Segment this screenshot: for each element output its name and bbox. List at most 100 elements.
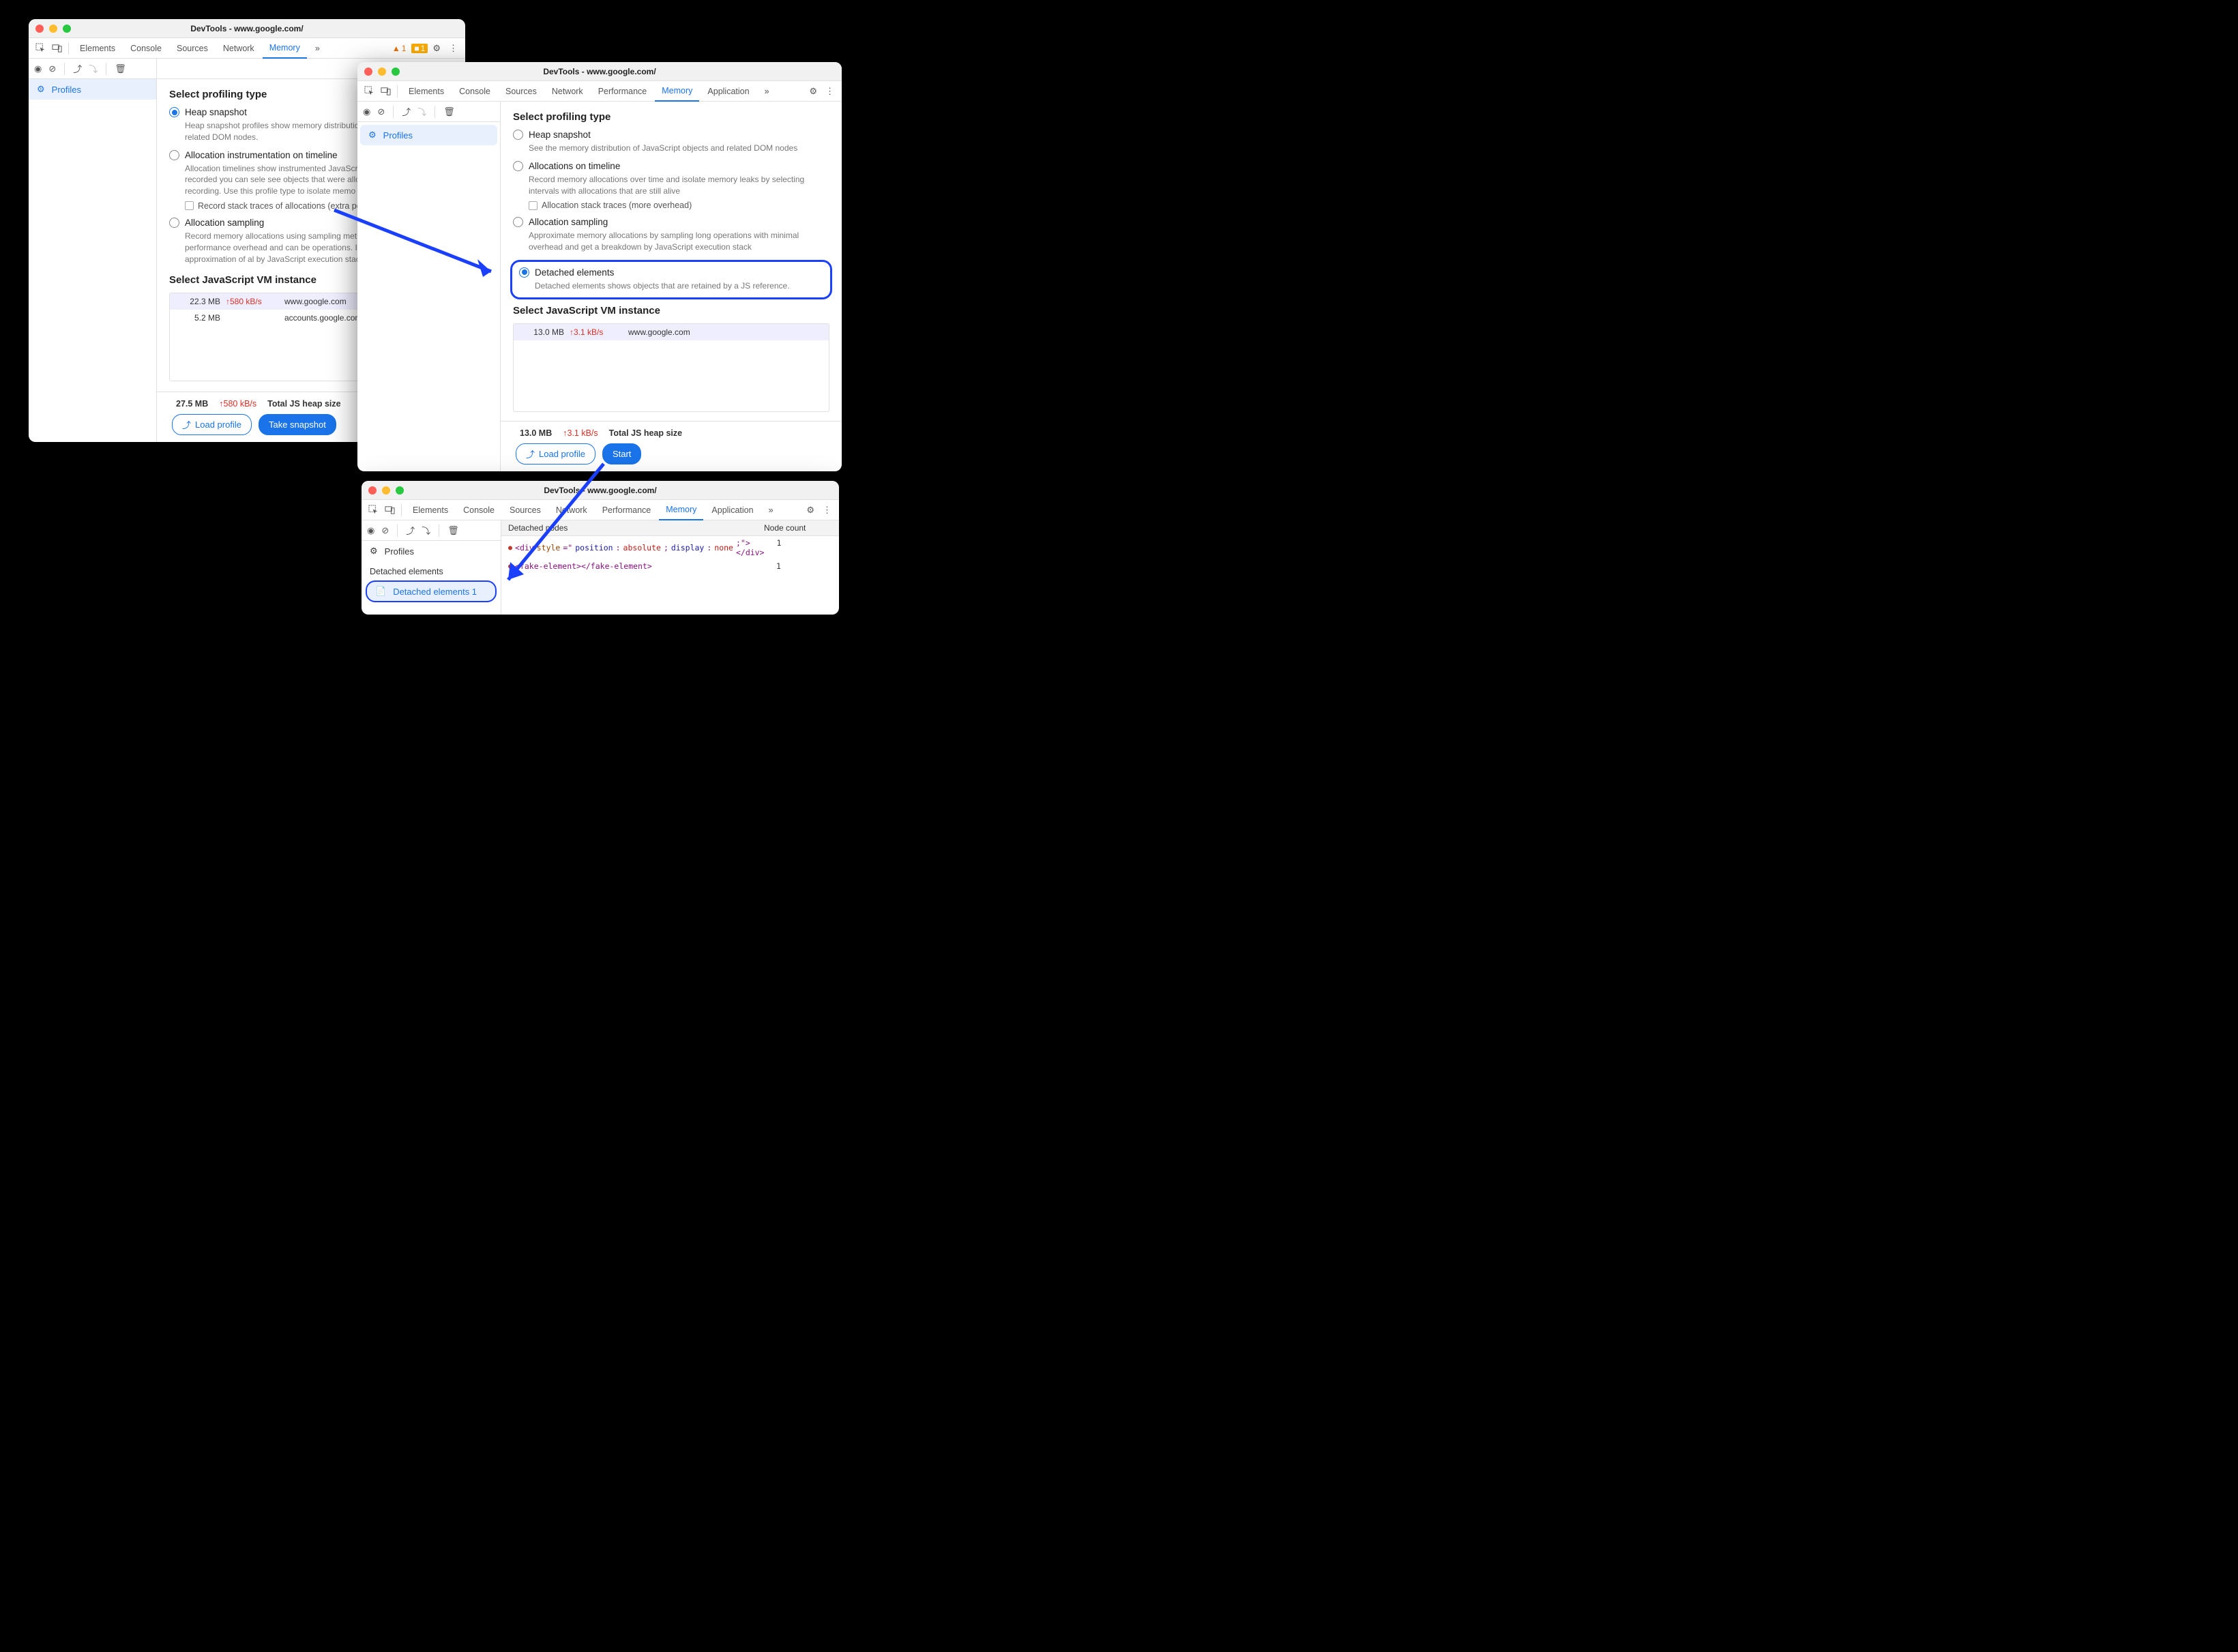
take-snapshot-button[interactable]: Take snapshot <box>259 414 336 435</box>
vm-row[interactable]: 13.0 MB ↑3.1 kB/s www.google.com <box>514 324 829 340</box>
maximize-icon[interactable] <box>396 486 404 495</box>
checkbox-icon[interactable] <box>529 201 538 210</box>
tabs-overflow[interactable]: » <box>758 81 776 102</box>
table-row[interactable]: ●<div style="position: absolute; display… <box>501 536 839 559</box>
kebab-icon[interactable]: ⋮ <box>445 43 461 54</box>
tab-elements[interactable]: Elements <box>402 81 451 102</box>
record-icon[interactable]: ◉ <box>34 63 42 74</box>
opt-detached-elements[interactable]: Detached elements Detached elements show… <box>519 267 823 292</box>
tab-elements[interactable]: Elements <box>406 500 455 520</box>
close-icon[interactable] <box>35 25 44 33</box>
tab-sources[interactable]: Sources <box>170 38 215 59</box>
highlighted-option: Detached elements Detached elements show… <box>510 260 832 299</box>
traffic-lights <box>35 25 71 33</box>
opt-allocations-timeline[interactable]: Allocations on timeline Record memory al… <box>513 161 829 211</box>
tabs-overflow[interactable]: » <box>308 38 327 59</box>
tab-network[interactable]: Network <box>216 38 261 59</box>
gear-icon[interactable]: ⚙ <box>806 86 821 97</box>
errors-badge[interactable]: ■1 <box>411 44 428 53</box>
upload-icon[interactable]: ⤴ <box>406 524 415 537</box>
file-icon: 📄 <box>375 586 386 597</box>
upload-icon: ⤴ <box>182 418 191 431</box>
minimize-icon[interactable] <box>378 68 386 76</box>
tab-network[interactable]: Network <box>549 500 594 520</box>
radio-icon[interactable] <box>169 107 179 117</box>
table-row[interactable]: ●<fake-element></fake-element> 1 <box>501 559 839 573</box>
gc-icon[interactable]: 🗑 <box>447 525 459 536</box>
tab-memory[interactable]: Memory <box>263 38 307 59</box>
tab-elements[interactable]: Elements <box>73 38 122 59</box>
radio-icon[interactable] <box>169 150 179 160</box>
bullet-icon: ● <box>508 544 512 552</box>
inspect-icon[interactable] <box>33 41 48 56</box>
download-icon[interactable]: ⤵ <box>422 524 430 537</box>
gc-icon[interactable]: 🗑 <box>115 63 126 74</box>
profiling-heading: Select profiling type <box>513 111 829 123</box>
maximize-icon[interactable] <box>63 25 71 33</box>
inspect-icon[interactable] <box>362 84 377 99</box>
clear-icon[interactable]: ⊘ <box>48 63 56 74</box>
radio-icon[interactable] <box>513 217 523 227</box>
close-icon[interactable] <box>364 68 372 76</box>
start-button[interactable]: Start <box>602 443 641 464</box>
opt-desc: Record memory allocations over time and … <box>529 174 829 197</box>
sidebar-item-profiles[interactable]: ⚙ Profiles <box>362 541 501 561</box>
radio-icon[interactable] <box>519 267 529 278</box>
load-profile-button[interactable]: ⤴Load profile <box>172 414 252 435</box>
radio-icon[interactable] <box>513 161 523 171</box>
tab-memory[interactable]: Memory <box>655 81 699 102</box>
tab-network[interactable]: Network <box>545 81 590 102</box>
radio-icon[interactable] <box>169 218 179 228</box>
tab-application[interactable]: Application <box>705 500 760 520</box>
sidebar-item-snapshot[interactable]: 📄 Detached elements 1 <box>366 580 497 602</box>
minimize-icon[interactable] <box>382 486 390 495</box>
gc-icon[interactable]: 🗑 <box>443 106 455 117</box>
tab-memory[interactable]: Memory <box>659 500 703 520</box>
opt-allocation-sampling[interactable]: Allocation sampling Approximate memory a… <box>513 217 829 253</box>
sliders-icon: ⚙ <box>37 84 45 95</box>
total-size: 13.0 MB <box>520 428 552 438</box>
upload-icon[interactable]: ⤴ <box>402 105 411 118</box>
record-icon[interactable]: ◉ <box>363 106 370 117</box>
download-icon[interactable]: ⤵ <box>417 105 426 118</box>
tab-console[interactable]: Console <box>456 500 501 520</box>
radio-icon[interactable] <box>513 130 523 140</box>
tab-sources[interactable]: Sources <box>503 500 548 520</box>
tab-console[interactable]: Console <box>123 38 168 59</box>
tab-sources[interactable]: Sources <box>499 81 544 102</box>
sidebar-item-profiles[interactable]: ⚙ Profiles <box>29 79 156 100</box>
kebab-icon[interactable]: ⋮ <box>822 86 838 97</box>
tab-application[interactable]: Application <box>701 81 756 102</box>
close-icon[interactable] <box>368 486 377 495</box>
sliders-icon: ⚙ <box>370 546 378 557</box>
inspect-icon[interactable] <box>366 503 381 518</box>
tab-performance[interactable]: Performance <box>595 500 658 520</box>
sidebar-item-profiles[interactable]: ⚙ Profiles <box>360 125 497 145</box>
checkbox-icon[interactable] <box>185 201 194 210</box>
gear-icon[interactable]: ⚙ <box>803 505 818 516</box>
vm-heading: Select JavaScript VM instance <box>513 305 829 316</box>
download-icon[interactable]: ⤵ <box>89 62 98 75</box>
tab-performance[interactable]: Performance <box>591 81 654 102</box>
minimize-icon[interactable] <box>49 25 57 33</box>
clear-icon[interactable]: ⊘ <box>377 106 385 117</box>
device-icon[interactable] <box>382 503 397 518</box>
table-header: Detached nodes Node count <box>501 520 839 536</box>
maximize-icon[interactable] <box>392 68 400 76</box>
upload-icon[interactable]: ⤴ <box>73 62 82 75</box>
load-profile-button[interactable]: ⤴Load profile <box>516 443 595 464</box>
gear-icon[interactable]: ⚙ <box>429 43 444 54</box>
opt-sub-checkbox[interactable]: Allocation stack traces (more overhead) <box>529 201 829 210</box>
device-icon[interactable] <box>378 84 393 99</box>
tabs-overflow[interactable]: » <box>762 500 780 520</box>
opt-heap-snapshot[interactable]: Heap snapshot See the memory distributio… <box>513 130 829 154</box>
warnings-badge[interactable]: ▲1 <box>392 44 407 53</box>
total-label: Total JS heap size <box>609 428 682 438</box>
tab-console[interactable]: Console <box>452 81 497 102</box>
kebab-icon[interactable]: ⋮ <box>819 505 835 516</box>
memory-toolbar: ◉ ⊘ ⤴ ⤵ 🗑 <box>29 59 156 79</box>
device-icon[interactable] <box>49 41 64 56</box>
clear-icon[interactable]: ⊘ <box>381 525 389 536</box>
record-icon[interactable]: ◉ <box>367 525 374 536</box>
node-html: ●<div style="position: absolute; display… <box>508 538 765 557</box>
